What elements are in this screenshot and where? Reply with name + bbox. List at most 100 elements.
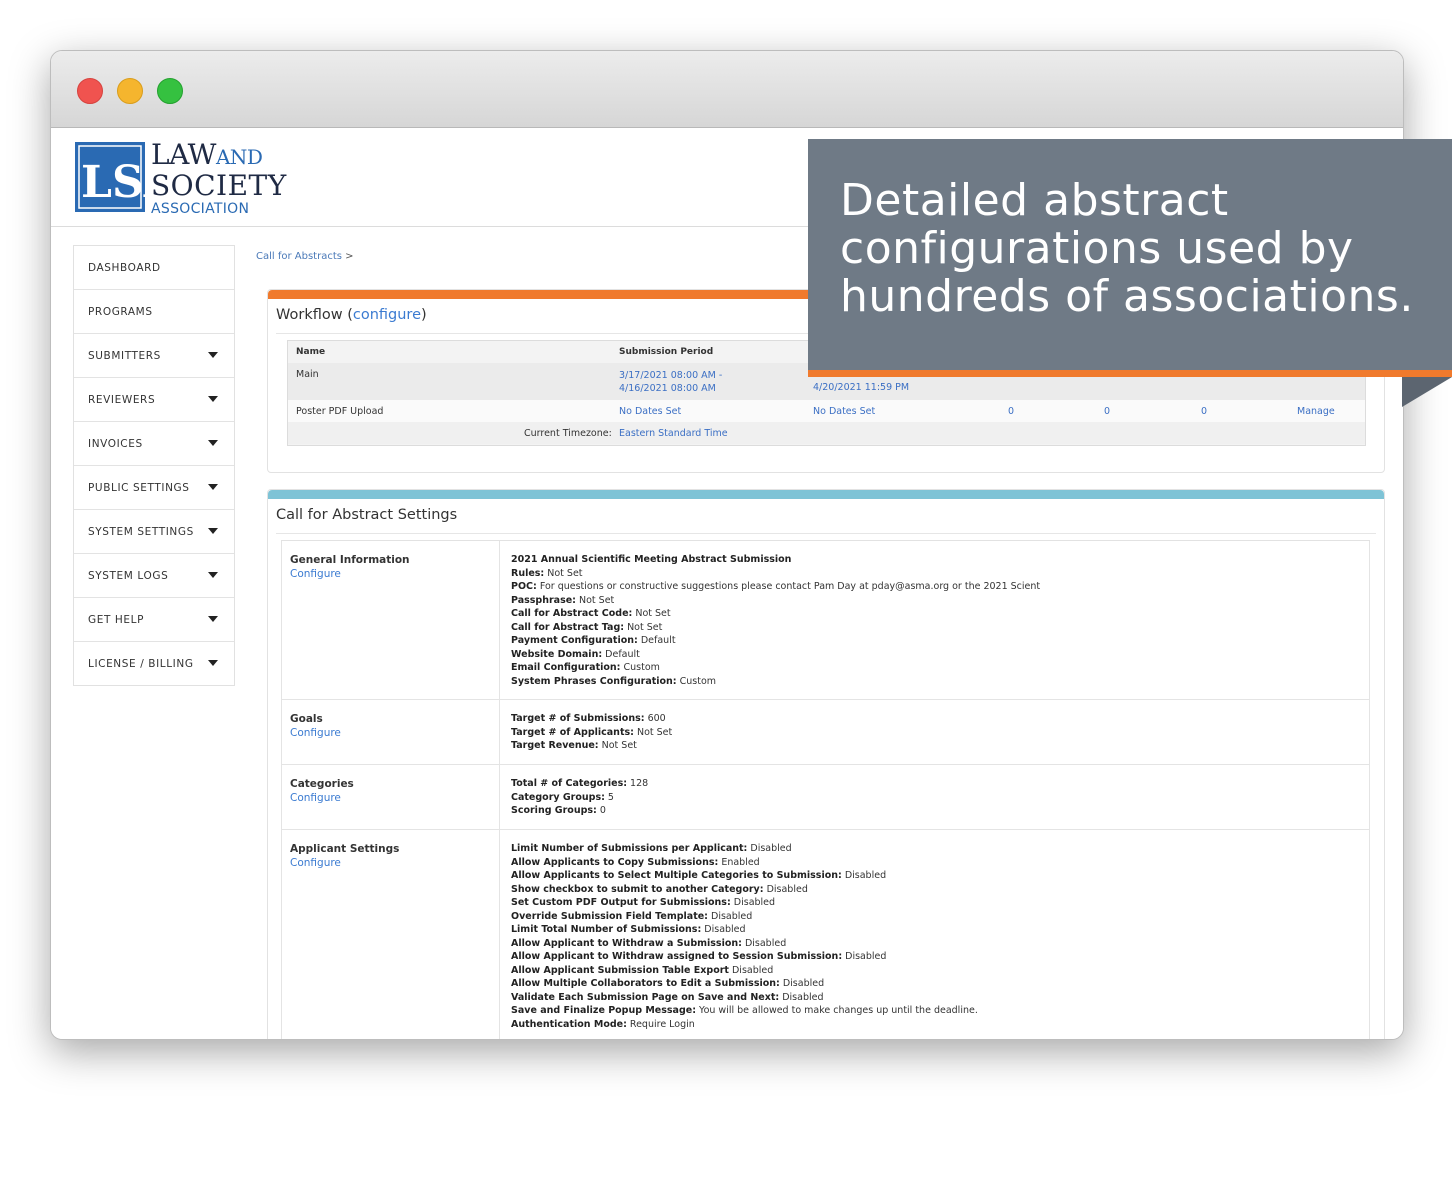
sidebar-item-submitters[interactable]: SUBMITTERS: [74, 334, 234, 378]
settings-table: General Information Configure 2021 Annua…: [281, 540, 1370, 1039]
caret-down-icon: [208, 352, 218, 358]
logo-society: SOCIETY: [151, 169, 287, 202]
detail-line: Target # of Applicants: Not Set: [511, 726, 673, 738]
caret-down-icon: [208, 440, 218, 446]
marketing-callout: Detailed abstract configurations used by…: [808, 139, 1452, 377]
caret-down-icon: [208, 616, 218, 622]
detail-line: Override Submission Field Template: Disa…: [511, 910, 753, 922]
detail-line: Save and Finalize Popup Message: You wil…: [511, 1005, 978, 1016]
sidebar-item-public-settings[interactable]: PUBLIC SETTINGS: [74, 466, 234, 510]
detail-line: Limit Total Number of Submissions: Disab…: [511, 924, 746, 935]
row-count-2: 0: [1104, 406, 1111, 417]
table-row: Poster PDF Upload No Dates Set No Dates …: [288, 400, 1365, 423]
detail-line: Call for Abstract Tag: Not Set: [511, 621, 663, 633]
detail-line: Rules: Not Set: [511, 567, 583, 579]
logo-and: AND: [215, 145, 263, 169]
section-title: Categories: [290, 778, 354, 790]
detail-line: Email Configuration: Custom: [511, 662, 660, 673]
close-window-button[interactable]: [77, 78, 103, 104]
logo-law: LAW: [151, 138, 216, 171]
detail-line: Allow Applicant Submission Table Export …: [511, 964, 774, 976]
row-date: No Dates Set: [813, 406, 876, 417]
row-count-3: 0: [1201, 406, 1208, 417]
detail-line: Scoring Groups: 0: [511, 805, 606, 816]
goals-details: Target # of Submissions: 600 Target # of…: [500, 700, 1369, 763]
timezone-row: Current Timezone: Eastern Standard Time: [288, 422, 1365, 444]
detail-line: Allow Applicants to Select Multiple Cate…: [511, 870, 887, 881]
detail-line: Show checkbox to submit to another Categ…: [511, 883, 808, 895]
detail-line: Target # of Submissions: 600: [511, 713, 666, 724]
settings-row-goals: Goals Configure Target # of Submissions:…: [281, 700, 1370, 765]
sidebar-nav: DASHBOARD PROGRAMS SUBMITTERS REVIEWERS …: [73, 245, 235, 686]
detail-line: Allow Applicants to Copy Submissions: En…: [511, 856, 760, 868]
settings-row-applicant: Applicant Settings Configure Limit Numbe…: [281, 830, 1370, 1039]
general-configure-link[interactable]: Configure: [290, 567, 499, 581]
detail-line: Validate Each Submission Page on Save an…: [511, 991, 824, 1003]
categories-details: Total # of Categories: 128 Category Grou…: [500, 765, 1369, 828]
sidebar-item-get-help[interactable]: GET HELP: [74, 598, 234, 642]
row-date: 4/20/2021 11:59 PM: [813, 382, 910, 393]
window-titlebar: [51, 51, 1403, 128]
sidebar-item-dashboard[interactable]: DASHBOARD: [74, 246, 234, 290]
settings-row-general: General Information Configure 2021 Annua…: [281, 541, 1370, 700]
row-count-1: 0: [1008, 406, 1015, 417]
timezone-label: Current Timezone:: [524, 428, 612, 439]
sidebar-item-system-logs[interactable]: SYSTEM LOGS: [74, 554, 234, 598]
maximize-window-button[interactable]: [157, 78, 183, 104]
lsa-logo-wordmark: LAWAND SOCIETY ASSOCIATION: [151, 140, 287, 218]
detail-line: Limit Number of Submissions per Applican…: [511, 843, 792, 854]
breadcrumb: Call for Abstracts >: [256, 251, 354, 262]
detail-line: System Phrases Configuration: Custom: [511, 675, 717, 687]
section-title: Goals: [290, 713, 323, 725]
caret-down-icon: [208, 572, 218, 578]
caret-down-icon: [208, 660, 218, 666]
detail-line: Category Groups: 5: [511, 791, 614, 803]
breadcrumb-separator: >: [345, 251, 354, 262]
breadcrumb-call-for-abstracts[interactable]: Call for Abstracts: [256, 251, 342, 262]
header-submission-period: Submission Period: [619, 347, 714, 357]
general-details: 2021 Annual Scientific Meeting Abstract …: [500, 541, 1369, 698]
lsa-monogram-icon: LSA: [75, 142, 179, 212]
sidebar-item-system-settings[interactable]: SYSTEM SETTINGS: [74, 510, 234, 554]
sidebar-item-programs[interactable]: PROGRAMS: [74, 290, 234, 334]
detail-line: Website Domain: Default: [511, 648, 640, 660]
goals-configure-link[interactable]: Configure: [290, 726, 499, 740]
sidebar-item-reviewers[interactable]: REVIEWERS: [74, 378, 234, 422]
minimize-window-button[interactable]: [117, 78, 143, 104]
detail-line: Allow Applicant to Withdraw assigned to …: [511, 951, 887, 962]
caret-down-icon: [208, 528, 218, 534]
manage-link[interactable]: Manage: [1297, 406, 1335, 417]
detail-line: Payment Configuration: Default: [511, 635, 676, 646]
caret-down-icon: [208, 396, 218, 402]
detail-line: Authentication Mode: Require Login: [511, 1018, 695, 1030]
callout-accent-stripe: [808, 370, 1452, 377]
call-for-abstract-settings-panel: Call for Abstract Settings General Infor…: [267, 489, 1385, 1039]
detail-line: 2021 Annual Scientific Meeting Abstract …: [511, 554, 792, 565]
callout-fold: [1402, 377, 1452, 407]
lsa-logo[interactable]: LSA LAWAND SOCIETY ASSOCIATION: [75, 140, 286, 217]
section-title: General Information: [290, 554, 410, 566]
lsa-logo-mark: LSA: [75, 142, 179, 212]
row-period: No Dates Set: [619, 406, 682, 417]
categories-configure-link[interactable]: Configure: [290, 791, 499, 805]
svg-text:LSA: LSA: [81, 157, 145, 208]
detail-line: Target Revenue: Not Set: [511, 740, 637, 751]
detail-line: POC: For questions or constructive sugge…: [511, 581, 1041, 592]
detail-line: Set Custom PDF Output for Submissions: D…: [511, 897, 776, 908]
sidebar-item-license-billing[interactable]: LICENSE / BILLING: [74, 642, 234, 685]
settings-row-categories: Categories Configure Total # of Categori…: [281, 765, 1370, 830]
applicant-configure-link[interactable]: Configure: [290, 856, 499, 870]
settings-title: Call for Abstract Settings: [276, 499, 1376, 534]
settings-panel-accent: [268, 490, 1384, 499]
callout-text: Detailed abstract configurations used by…: [840, 175, 1414, 322]
detail-line: Allow Multiple Collaborators to Edit a S…: [511, 978, 825, 989]
row-name: Poster PDF Upload: [296, 406, 384, 417]
workflow-configure-link[interactable]: configure: [353, 307, 421, 323]
timezone-link[interactable]: Eastern Standard Time: [619, 428, 728, 439]
row-name: Main: [296, 369, 319, 380]
applicant-details: Limit Number of Submissions per Applican…: [500, 830, 1369, 1039]
detail-line: Allow Applicant to Withdraw a Submission…: [511, 937, 787, 949]
sidebar-item-invoices[interactable]: INVOICES: [74, 422, 234, 466]
detail-line: Call for Abstract Code: Not Set: [511, 608, 671, 619]
section-title: Applicant Settings: [290, 843, 400, 855]
